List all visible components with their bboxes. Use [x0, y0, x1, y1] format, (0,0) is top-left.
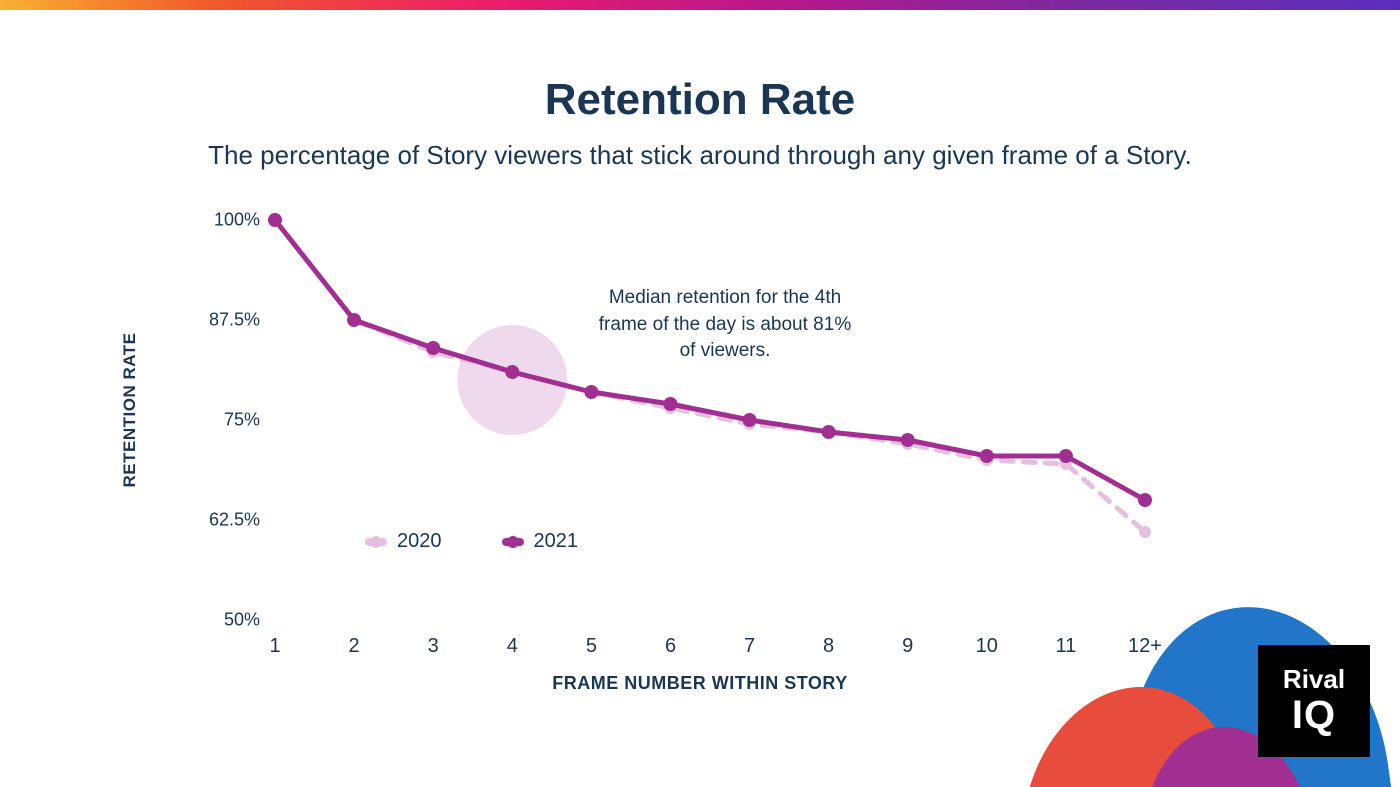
legend-label: 2020	[397, 530, 442, 553]
legend-item-2021: 2021	[502, 530, 579, 553]
chart-title: Retention Rate	[0, 75, 1400, 125]
lines-svg	[275, 220, 1145, 620]
chart-subtitle: The percentage of Story viewers that sti…	[0, 140, 1400, 171]
y-tick: 87.5%	[190, 310, 260, 331]
x-tick: 9	[902, 635, 913, 658]
logo-line2: IQ	[1292, 694, 1336, 736]
x-tick: 6	[665, 635, 676, 658]
x-tick: 4	[507, 635, 518, 658]
chart-canvas: Retention Rate The percentage of Story v…	[0, 10, 1400, 787]
brand-logo: Rival IQ	[1258, 645, 1370, 757]
brand-gradient-bar	[0, 0, 1400, 10]
y-tick: 62.5%	[190, 510, 260, 531]
legend-swatch-2020	[365, 538, 387, 546]
x-tick: 5	[586, 635, 597, 658]
y-tick: 50%	[190, 610, 260, 631]
x-tick: 2	[349, 635, 360, 658]
legend: 2020 2021	[365, 530, 578, 553]
legend-swatch-2021	[502, 538, 524, 546]
legend-item-2020: 2020	[365, 530, 442, 553]
x-tick: 8	[823, 635, 834, 658]
x-tick: 12+	[1128, 635, 1162, 658]
x-tick: 11	[1056, 635, 1077, 658]
y-axis-label: RETENTION RATE	[120, 333, 140, 488]
y-tick: 75%	[190, 410, 260, 431]
legend-label: 2021	[534, 530, 579, 553]
callout-text: Median retention for the 4th frame of th…	[595, 285, 855, 365]
logo-line1: Rival	[1283, 666, 1345, 693]
x-tick: 10	[976, 635, 998, 658]
y-tick: 100%	[190, 210, 260, 231]
plot-area: 100% 87.5% 75% 62.5% 50% 1 2 3 4 5 6 7 8…	[275, 220, 1145, 620]
x-tick: 7	[744, 635, 755, 658]
x-tick: 1	[269, 635, 280, 658]
x-tick: 3	[428, 635, 439, 658]
series-2020	[269, 214, 1151, 538]
